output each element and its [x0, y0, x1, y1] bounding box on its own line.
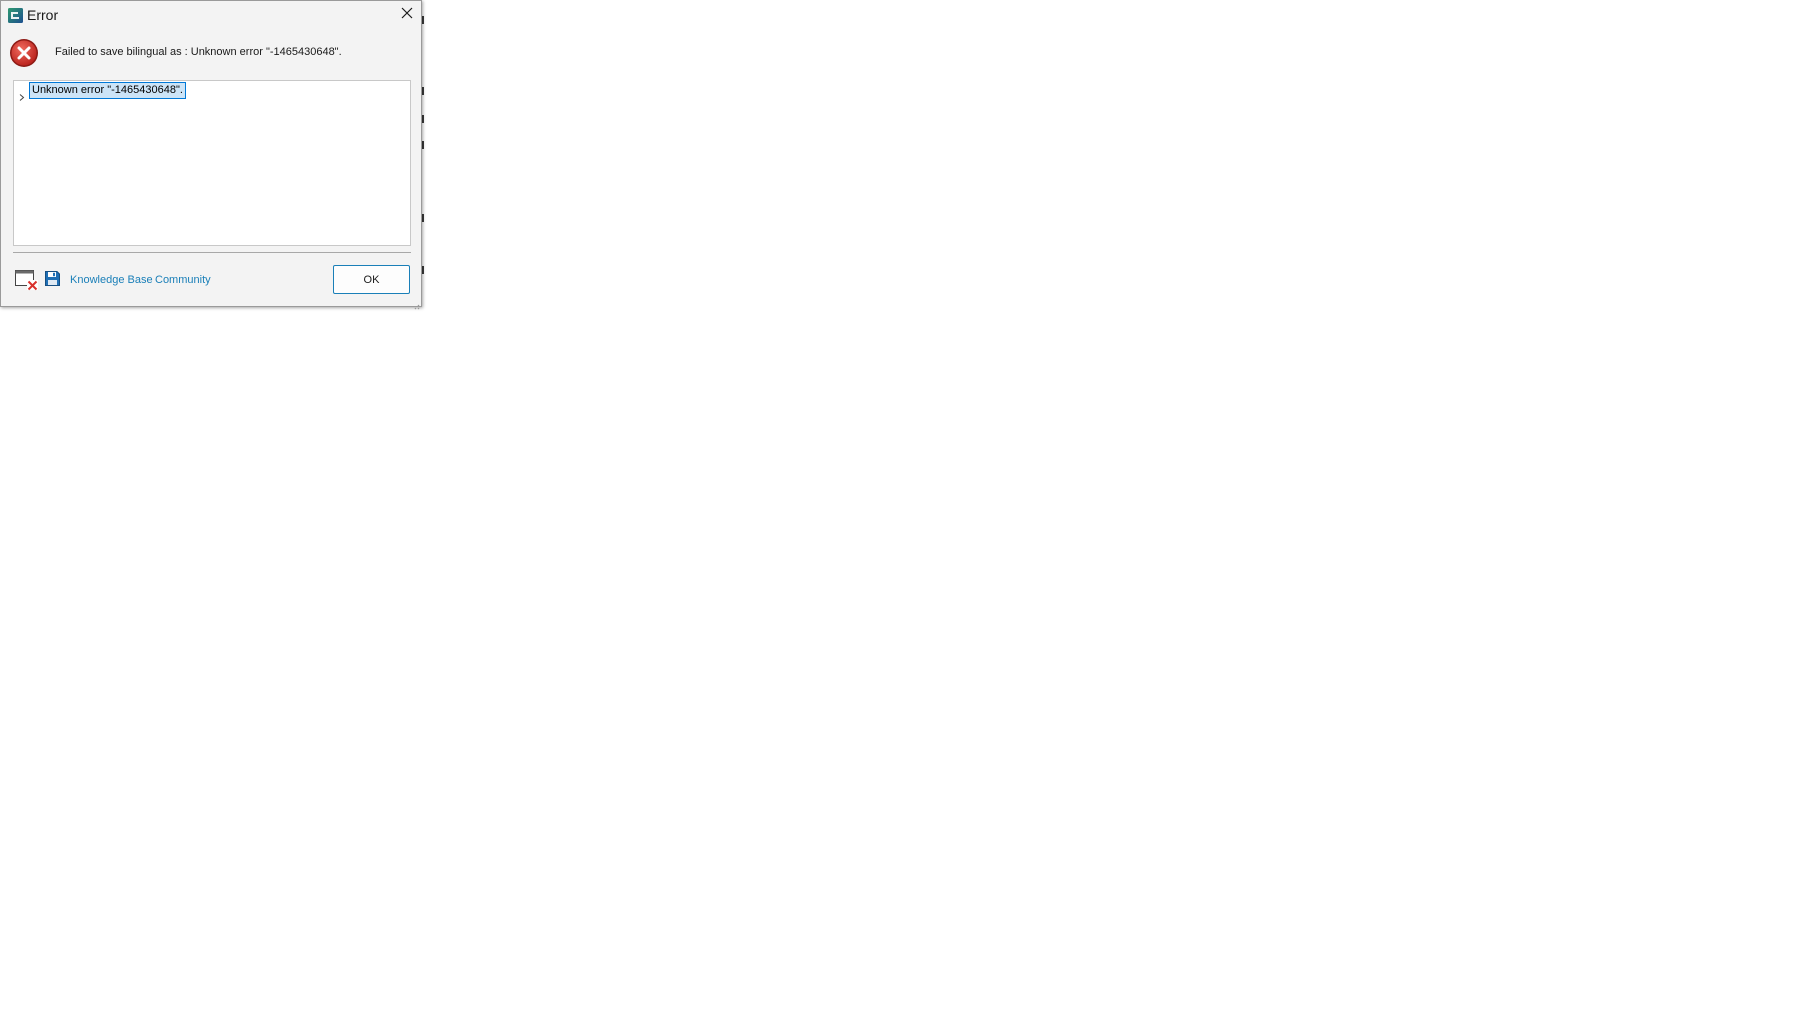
tree-item-error[interactable]: Unknown error "-1465430648".	[29, 82, 186, 99]
ok-button[interactable]: OK	[333, 265, 410, 294]
close-icon	[401, 6, 413, 24]
community-link[interactable]: Community	[155, 274, 211, 286]
app-icon	[8, 8, 23, 23]
title-bar[interactable]: Error	[1, 1, 421, 29]
chevron-right-icon[interactable]	[19, 88, 25, 101]
error-details-tree[interactable]: Unknown error "-1465430648".	[13, 80, 411, 246]
close-button[interactable]	[395, 4, 419, 26]
desktop: Error Failed to save bilingual as: Unkn…	[0, 0, 1800, 1012]
error-message: Failed to save bilingual as : Unknown er…	[55, 46, 342, 58]
knowledge-base-link[interactable]: Knowledge Base	[70, 274, 153, 286]
divider	[13, 252, 411, 253]
error-dialog: Error Failed to save bilingual as: Unkn…	[0, 0, 422, 310]
error-icon	[9, 38, 39, 68]
save-icon[interactable]	[45, 271, 60, 286]
dialog-title: Error	[27, 7, 59, 23]
resize-grip-icon[interactable]	[412, 297, 420, 310]
error-report-icon[interactable]	[15, 269, 39, 291]
